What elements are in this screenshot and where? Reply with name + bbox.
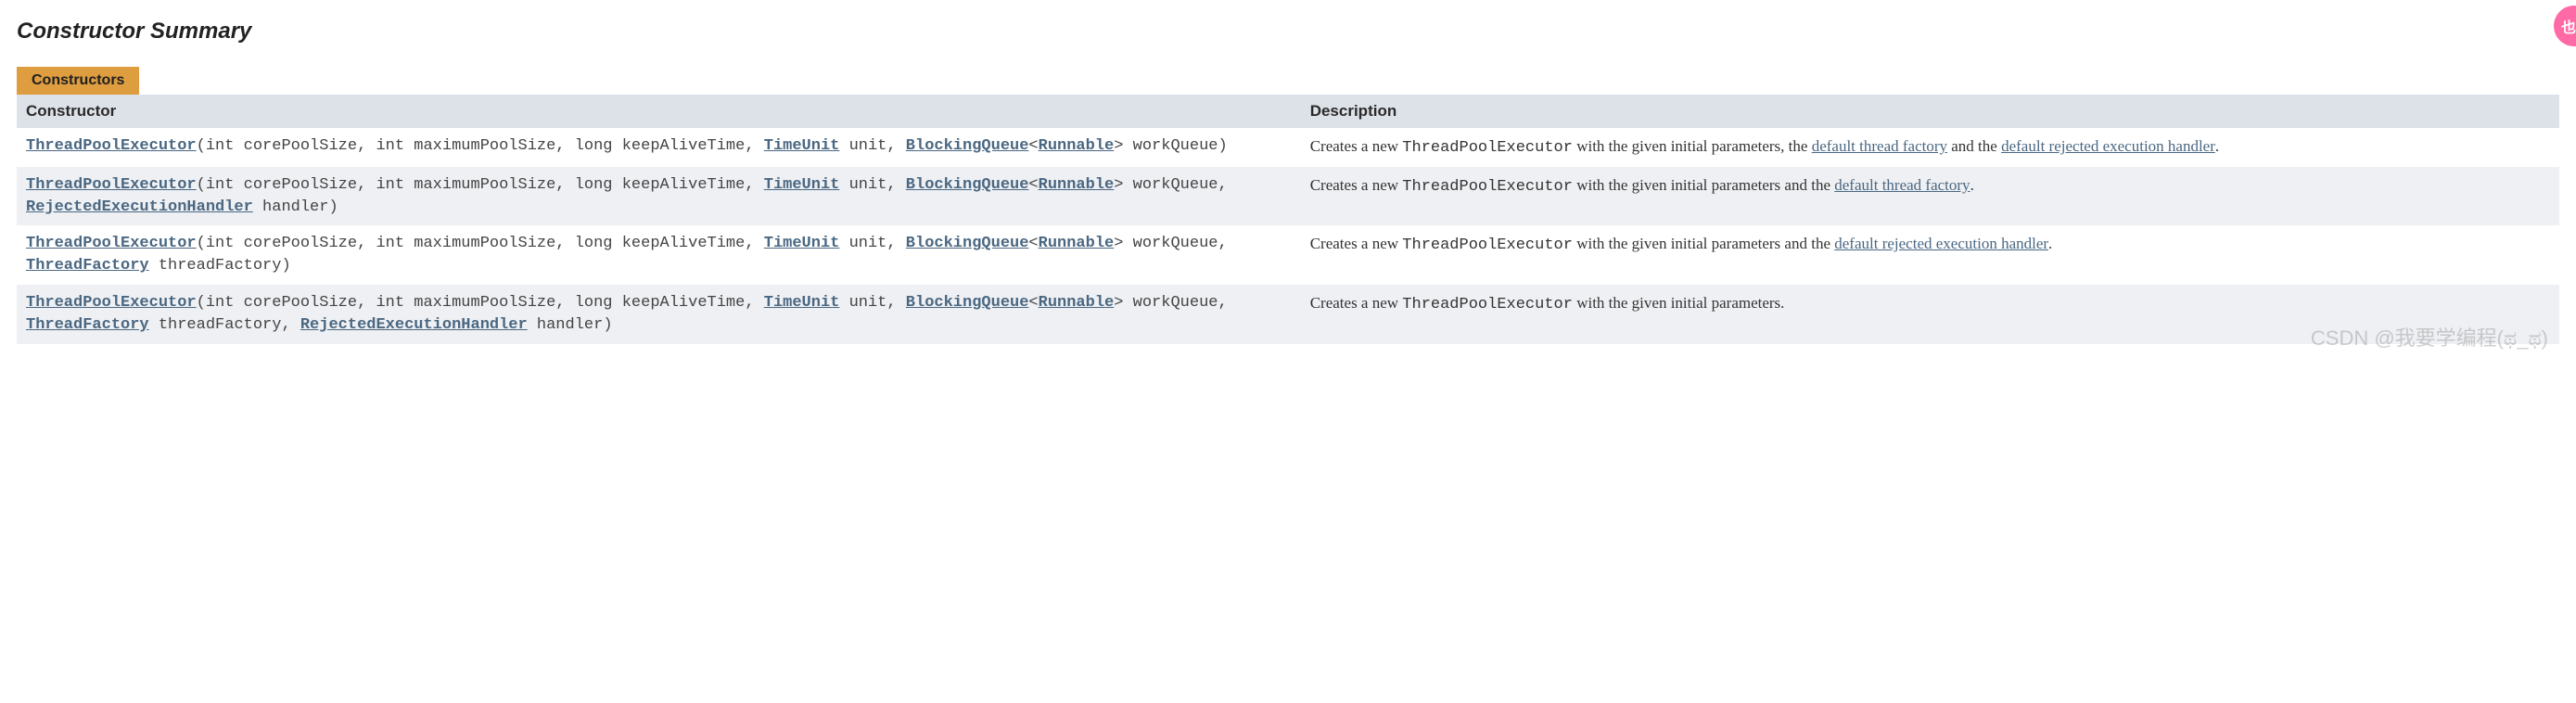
type-link[interactable]: TimeUnit (764, 235, 840, 252)
text: threadFactory, (149, 316, 300, 334)
text: and the (1947, 137, 2001, 155)
text: threadFactory) (149, 257, 291, 275)
text: (int corePoolSize, int maximumPoolSize, … (197, 137, 764, 155)
text: > workQueue, (1114, 176, 1227, 194)
text: > workQueue, (1114, 235, 1227, 252)
text: . (2048, 235, 2052, 252)
text: Creates a new (1310, 137, 1403, 155)
type-link[interactable]: BlockingQueue (906, 235, 1029, 252)
text: . (2215, 137, 2219, 155)
type-link[interactable]: ThreadPoolExecutor (26, 235, 197, 252)
table-caption: Constructors (17, 67, 139, 95)
type-link[interactable]: ThreadPoolExecutor (26, 294, 197, 312)
type-link[interactable]: TimeUnit (764, 137, 840, 155)
code-text: ThreadPoolExecutor (1402, 139, 1573, 157)
text: handler) (253, 198, 338, 216)
code-text: ThreadPoolExecutor (1402, 236, 1573, 254)
type-link[interactable]: ThreadFactory (26, 257, 149, 275)
text: . (1970, 176, 1974, 194)
type-link[interactable]: Runnable (1039, 235, 1115, 252)
type-link[interactable]: BlockingQueue (906, 176, 1029, 194)
table-header-row: Constructor Description (17, 95, 2559, 128)
type-link[interactable]: BlockingQueue (906, 137, 1029, 155)
constructor-description: Creates a new ThreadPoolExecutor with th… (1301, 128, 2559, 167)
constructor-description: Creates a new ThreadPoolExecutor with th… (1301, 285, 2559, 344)
constructor-signature: ThreadPoolExecutor(int corePoolSize, int… (17, 167, 1301, 226)
desc-link[interactable]: default rejected execution handler (1834, 235, 2048, 252)
text: (int corePoolSize, int maximumPoolSize, … (197, 294, 764, 312)
text: Creates a new (1310, 235, 1403, 252)
text: (int corePoolSize, int maximumPoolSize, … (197, 176, 764, 194)
code-text: ThreadPoolExecutor (1402, 296, 1573, 313)
text: < (1028, 235, 1038, 252)
constructor-description: Creates a new ThreadPoolExecutor with th… (1301, 167, 2559, 226)
table-row: ThreadPoolExecutor(int corePoolSize, int… (17, 285, 2559, 344)
text: handler) (528, 316, 613, 334)
type-link[interactable]: RejectedExecutionHandler (300, 316, 528, 334)
type-link[interactable]: RejectedExecutionHandler (26, 198, 253, 216)
text: < (1028, 294, 1038, 312)
constructors-table: Constructor Description ThreadPoolExecut… (17, 95, 2559, 344)
type-link[interactable]: ThreadPoolExecutor (26, 137, 197, 155)
type-link[interactable]: Runnable (1039, 294, 1115, 312)
text: unit, (839, 294, 905, 312)
section-title: Constructor Summary (17, 19, 2559, 45)
text: with the given initial parameters, the (1573, 137, 1812, 155)
text: Creates a new (1310, 176, 1403, 194)
col-constructor: Constructor (17, 95, 1301, 128)
text: with the given initial parameters and th… (1573, 235, 1834, 252)
text: Creates a new (1310, 294, 1403, 312)
constructor-description: Creates a new ThreadPoolExecutor with th… (1301, 225, 2559, 285)
text: < (1028, 137, 1038, 155)
text: < (1028, 176, 1038, 194)
desc-link[interactable]: default rejected execution handler (2001, 137, 2215, 155)
desc-link[interactable]: default thread factory (1834, 176, 1970, 194)
type-link[interactable]: BlockingQueue (906, 294, 1029, 312)
type-link[interactable]: ThreadFactory (26, 316, 149, 334)
table-row: ThreadPoolExecutor(int corePoolSize, int… (17, 225, 2559, 285)
text: unit, (839, 176, 905, 194)
constructor-signature: ThreadPoolExecutor(int corePoolSize, int… (17, 285, 1301, 344)
type-link[interactable]: TimeUnit (764, 176, 840, 194)
text: > workQueue, (1114, 294, 1227, 312)
text: with the given initial parameters. (1573, 294, 1785, 312)
type-link[interactable]: Runnable (1039, 176, 1115, 194)
text: with the given initial parameters and th… (1573, 176, 1834, 194)
text: unit, (839, 137, 905, 155)
type-link[interactable]: Runnable (1039, 137, 1115, 155)
constructor-signature: ThreadPoolExecutor(int corePoolSize, int… (17, 225, 1301, 285)
type-link[interactable]: ThreadPoolExecutor (26, 176, 197, 194)
type-link[interactable]: TimeUnit (764, 294, 840, 312)
text: unit, (839, 235, 905, 252)
table-row: ThreadPoolExecutor(int corePoolSize, int… (17, 167, 2559, 226)
table-row: ThreadPoolExecutor(int corePoolSize, int… (17, 128, 2559, 167)
desc-link[interactable]: default thread factory (1812, 137, 1947, 155)
text: (int corePoolSize, int maximumPoolSize, … (197, 235, 764, 252)
col-description: Description (1301, 95, 2559, 128)
code-text: ThreadPoolExecutor (1402, 178, 1573, 196)
constructor-signature: ThreadPoolExecutor(int corePoolSize, int… (17, 128, 1301, 167)
text: > workQueue) (1114, 137, 1227, 155)
